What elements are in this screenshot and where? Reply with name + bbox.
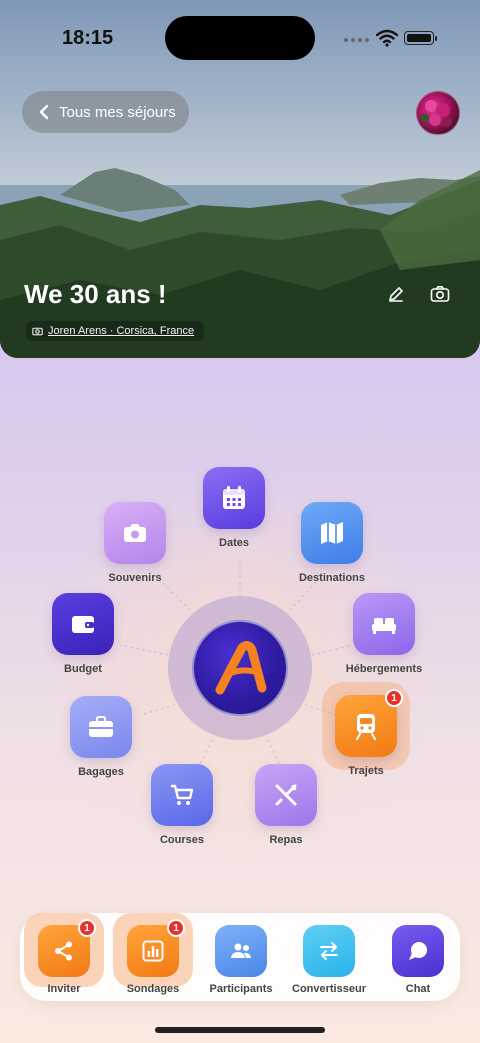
suitcase-icon (89, 716, 113, 737)
sondages-label: Sondages (126, 983, 180, 995)
camera-icon (124, 524, 146, 542)
bagages-tile[interactable] (70, 696, 132, 758)
sondages-tile[interactable]: 1 (127, 919, 185, 977)
app-logo-button[interactable] (192, 620, 288, 716)
trajets-label: Trajets (348, 765, 384, 777)
menu-item-repas[interactable]: Repas (226, 764, 346, 846)
destinations-label: Destinations (298, 572, 365, 584)
hebergements-label: Hébergements (345, 663, 423, 675)
bottom-item-chat[interactable]: Chat (374, 913, 462, 995)
bottom-action-bar: 1 Inviter 1 Sondages Participants Conver… (20, 913, 460, 1001)
bottom-item-participants[interactable]: Participants (197, 913, 285, 995)
trajets-notification-badge: 1 (385, 689, 403, 707)
people-icon (231, 943, 251, 958)
participants-label: Participants (209, 983, 273, 995)
calendar-icon (223, 486, 245, 509)
train-icon (356, 714, 376, 740)
chat-icon (409, 942, 427, 960)
poll-icon (142, 940, 164, 962)
home-indicator[interactable] (155, 1027, 325, 1033)
chat-tile[interactable] (392, 925, 444, 977)
inviter-notification-badge: 1 (78, 919, 96, 937)
app-logo-icon (215, 640, 267, 695)
dates-label: Dates (219, 537, 249, 549)
menu-item-destinations[interactable]: Destinations (272, 502, 392, 584)
repas-tile[interactable] (255, 764, 317, 826)
share-icon (55, 941, 72, 961)
exchange-icon (320, 942, 338, 960)
sondages-notification-badge: 1 (167, 919, 185, 937)
chat-label: Chat (405, 983, 431, 995)
menu-item-bagages[interactable]: Bagages (41, 696, 161, 778)
bottom-item-sondages[interactable]: 1 Sondages (109, 913, 197, 995)
budget-tile[interactable] (52, 593, 114, 655)
convertisseur-tile[interactable] (303, 925, 355, 977)
destinations-tile[interactable] (301, 502, 363, 564)
bottom-item-inviter[interactable]: 1 Inviter (20, 913, 108, 995)
dates-tile[interactable] (203, 467, 265, 529)
wallet-icon (72, 616, 94, 633)
repas-label: Repas (269, 834, 303, 846)
menu-item-budget[interactable]: Budget (23, 593, 143, 675)
menu-item-hebergements[interactable]: Hébergements (324, 593, 444, 675)
map-icon (321, 522, 343, 544)
hebergements-tile[interactable] (353, 593, 415, 655)
utensils-icon (275, 784, 297, 806)
bagages-label: Bagages (78, 766, 124, 778)
convertisseur-label: Convertisseur (292, 983, 366, 995)
cart-icon (171, 784, 194, 805)
participants-tile[interactable] (215, 925, 267, 977)
menu-item-souvenirs[interactable]: Souvenirs (75, 502, 195, 584)
souvenirs-tile[interactable] (104, 502, 166, 564)
courses-label: Courses (159, 834, 205, 846)
inviter-label: Inviter (47, 983, 81, 995)
inviter-tile[interactable]: 1 (38, 919, 96, 977)
souvenirs-label: Souvenirs (108, 572, 162, 584)
trajets-tile[interactable]: 1 (335, 689, 403, 757)
budget-label: Budget (64, 663, 102, 675)
bottom-item-convertisseur[interactable]: Convertisseur (285, 913, 373, 995)
bed-icon (372, 618, 396, 634)
